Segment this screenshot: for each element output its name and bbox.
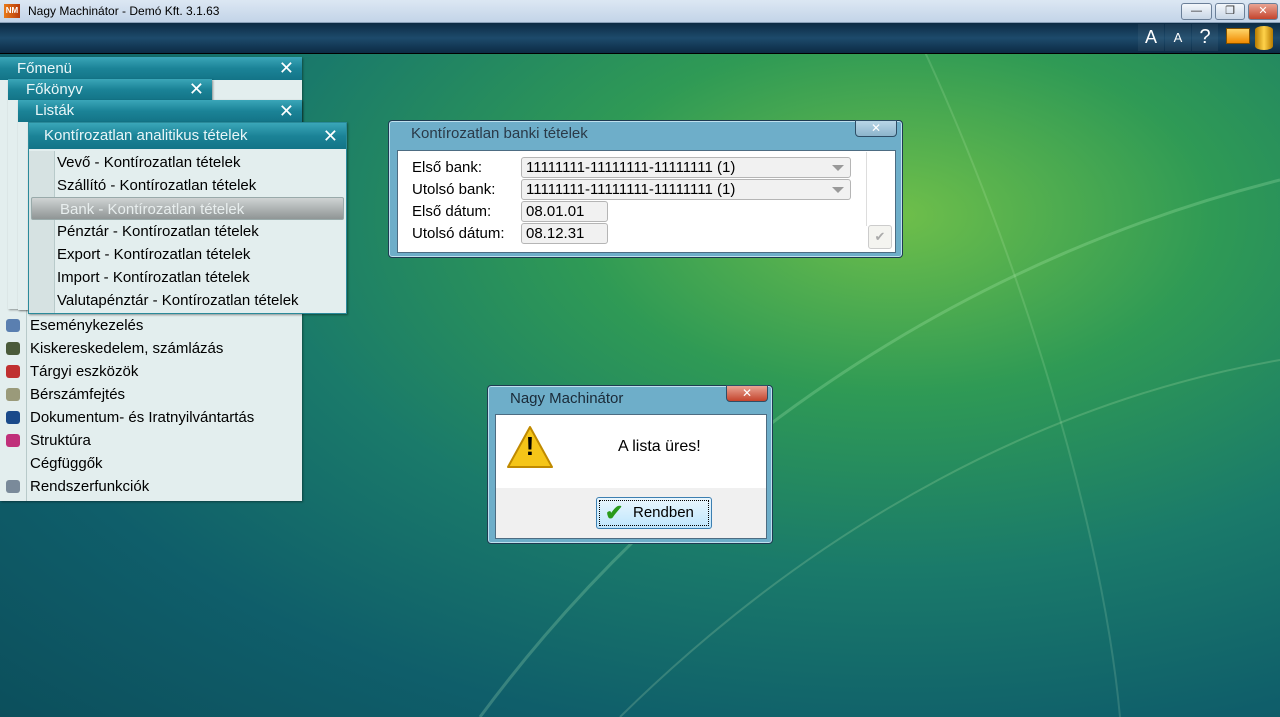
first-bank-label: Első bank: <box>412 159 483 176</box>
first-bank-value: 11111111-11111111-11111111 (1) <box>526 159 736 176</box>
last-date-label: Utolsó dátum: <box>412 225 505 242</box>
minimize-button[interactable]: — <box>1181 3 1212 20</box>
message-body: ! A lista üres! ✔ Rendben <box>495 414 767 539</box>
database-icon[interactable] <box>1255 26 1273 50</box>
restore-button[interactable]: ❐ <box>1215 3 1245 20</box>
message-dialog: Nagy Machinátor ✕ ! A lista üres! ✔ Rend… <box>487 385 773 544</box>
menu-item-icon <box>6 480 20 493</box>
message-dialog-title: Nagy Machinátor <box>510 390 624 407</box>
fomenu-item-label: Kiskereskedelem, számlázás <box>30 340 224 357</box>
fomenu-item[interactable]: Rendszerfunkciók <box>0 475 302 498</box>
toolbar: A A ? <box>0 23 1280 54</box>
kontir-item[interactable]: Export - Kontírozatlan tételek <box>29 243 346 266</box>
fomenu-item[interactable]: Tárgyi eszközök <box>0 360 302 383</box>
fokonyv-close-icon[interactable]: ✕ <box>189 79 204 100</box>
kontir-item[interactable]: Szállító - Kontírozatlan tételek <box>29 174 346 197</box>
warning-mark: ! <box>525 431 535 461</box>
menu-item-icon <box>6 388 20 401</box>
kontir-item-label: Szállító - Kontírozatlan tételek <box>57 177 257 194</box>
warning-icon: ! <box>506 425 554 469</box>
kontir-item[interactable]: Bank - Kontírozatlan tételek <box>31 197 344 220</box>
first-bank-select[interactable]: 11111111-11111111-11111111 (1) <box>521 157 851 178</box>
monitor-icon[interactable] <box>1226 28 1250 44</box>
message-close-button[interactable]: ✕ <box>726 385 768 402</box>
kontir-item[interactable]: Vevő - Kontírozatlan tételek <box>29 151 346 174</box>
fomenu-item[interactable]: Cégfüggők <box>0 452 302 475</box>
rendben-label: Rendben <box>633 504 694 521</box>
kontir-panel: Kontírozatlan analitikus tételek ✕ Vevő … <box>28 122 347 314</box>
font-larger-button[interactable]: A <box>1138 24 1164 51</box>
app-icon: NM <box>4 4 20 18</box>
fomenu-item-label: Cégfüggők <box>30 455 103 472</box>
menu-item-icon <box>6 434 20 447</box>
help-button[interactable]: ? <box>1192 24 1218 51</box>
ok-check-button[interactable]: ✔ <box>868 225 892 249</box>
fomenu-item[interactable]: Eseménykezelés <box>0 314 302 337</box>
fomenu-item[interactable]: Dokumentum- és Iratnyilvántartás <box>0 406 302 429</box>
kontir-title: Kontírozatlan analitikus tételek <box>44 127 248 144</box>
fomenu-item[interactable]: Bérszámfejtés <box>0 383 302 406</box>
first-date-input[interactable]: 08.01.01 <box>521 201 608 222</box>
menu-item-icon <box>6 342 20 355</box>
bank-dialog-close-button[interactable]: ✕ <box>855 120 897 137</box>
bank-dialog: Kontírozatlan banki tételek ✕ Első bank:… <box>388 120 903 258</box>
checkmark-icon: ✔ <box>605 500 624 525</box>
kontir-item[interactable]: Import - Kontírozatlan tételek <box>29 266 346 289</box>
kontir-item-label: Valutapénztár - Kontírozatlan tételek <box>57 292 299 309</box>
font-smaller-button[interactable]: A <box>1165 24 1191 51</box>
kontir-item-label: Bank - Kontírozatlan tételek <box>60 201 245 218</box>
fomenu-title: Főmenü <box>17 60 73 77</box>
fokonyv-titlebar: Főkönyv ✕ <box>8 79 212 100</box>
chevron-down-icon <box>832 187 844 193</box>
listak-titlebar: Listák ✕ <box>18 100 302 122</box>
last-date-input[interactable]: 08.12.31 <box>521 223 608 244</box>
window-title: Nagy Machinátor - Demó Kft. 3.1.63 <box>28 4 220 18</box>
kontir-item-label: Vevő - Kontírozatlan tételek <box>57 154 241 171</box>
fomenu-item-label: Struktúra <box>30 432 91 449</box>
menu-item-icon <box>6 319 20 332</box>
fomenu-item-label: Tárgyi eszközök <box>30 363 139 380</box>
fomenu-item[interactable]: Kiskereskedelem, számlázás <box>0 337 302 360</box>
message-text: A lista üres! <box>618 438 701 455</box>
listak-close-icon[interactable]: ✕ <box>279 100 294 122</box>
window-titlebar: NM Nagy Machinátor - Demó Kft. 3.1.63 — … <box>0 0 1280 23</box>
last-bank-select[interactable]: 11111111-11111111-11111111 (1) <box>521 179 851 200</box>
fomenu-item-label: Eseménykezelés <box>30 317 144 334</box>
kontir-titlebar: Kontírozatlan analitikus tételek ✕ <box>29 123 346 149</box>
kontir-item-label: Export - Kontírozatlan tételek <box>57 246 251 263</box>
kontir-close-icon[interactable]: ✕ <box>323 123 338 149</box>
first-date-label: Első dátum: <box>412 203 492 220</box>
fomenu-close-icon[interactable]: ✕ <box>279 57 294 80</box>
fokonyv-title: Főkönyv <box>26 81 83 98</box>
kontir-item[interactable]: Pénztár - Kontírozatlan tételek <box>29 220 346 243</box>
fomenu-item-label: Dokumentum- és Iratnyilvántartás <box>30 409 255 426</box>
rendben-button[interactable]: ✔ Rendben <box>596 497 712 529</box>
fomenu-item-label: Rendszerfunkciók <box>30 478 150 495</box>
menu-item-icon <box>6 365 20 378</box>
fomenu-item-label: Bérszámfejtés <box>30 386 126 403</box>
fomenu-titlebar: Főmenü ✕ <box>0 57 302 80</box>
kontir-item-label: Import - Kontírozatlan tételek <box>57 269 250 286</box>
bank-dialog-body: Első bank: 11111111-11111111-11111111 (1… <box>397 150 896 253</box>
kontir-item[interactable]: Valutapénztár - Kontírozatlan tételek <box>29 289 346 312</box>
chevron-down-icon <box>832 165 844 171</box>
close-button[interactable]: ✕ <box>1248 3 1278 20</box>
menu-item-icon <box>6 457 20 470</box>
fomenu-item[interactable]: Struktúra <box>0 429 302 452</box>
bank-dialog-title: Kontírozatlan banki tételek <box>411 125 588 142</box>
menu-item-icon <box>6 411 20 424</box>
listak-title: Listák <box>35 102 75 119</box>
last-bank-label: Utolsó bank: <box>412 181 496 198</box>
last-bank-value: 11111111-11111111-11111111 (1) <box>526 181 736 198</box>
kontir-item-label: Pénztár - Kontírozatlan tételek <box>57 223 259 240</box>
